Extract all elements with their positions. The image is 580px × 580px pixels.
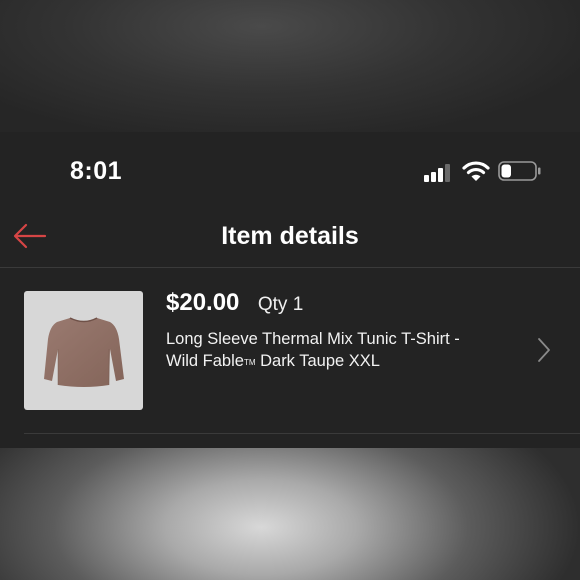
- blurred-backdrop-top: [0, 0, 580, 132]
- blurred-backdrop-bottom: [0, 448, 580, 580]
- phone-screen: 8:01 Item details $20.00 Qty 1 Long Slee…: [0, 132, 580, 448]
- taupe-long-sleeve-shirt-image: [44, 317, 124, 387]
- brand-name: Wild Fable: [166, 352, 244, 370]
- item-price: $20.00: [166, 289, 240, 316]
- product-thumbnail: [24, 291, 143, 410]
- page-title: Item details: [221, 222, 359, 250]
- item-description: Long Sleeve Thermal Mix Tunic T-Shirt - …: [166, 328, 516, 374]
- description-line-1: Long Sleeve Thermal Mix Tunic T-Shirt -: [166, 330, 460, 348]
- price-line: $20.00 Qty 1: [166, 289, 303, 317]
- wifi-icon: [462, 161, 490, 181]
- status-bar: 8:01: [0, 132, 580, 207]
- trademark-symbol: TM: [243, 358, 256, 367]
- navigation-bar: Item details: [0, 207, 580, 268]
- description-line-2: Dark Taupe XXL: [255, 352, 380, 370]
- order-item-row[interactable]: $20.00 Qty 1 Long Sleeve Thermal Mix Tun…: [0, 268, 580, 433]
- item-quantity: Qty 1: [257, 294, 304, 315]
- row-divider: [24, 433, 580, 434]
- cellular-signal-icon: [424, 162, 452, 182]
- status-time: 8:01: [70, 157, 123, 185]
- battery-icon: [498, 161, 541, 181]
- chevron-right-icon: [538, 338, 550, 362]
